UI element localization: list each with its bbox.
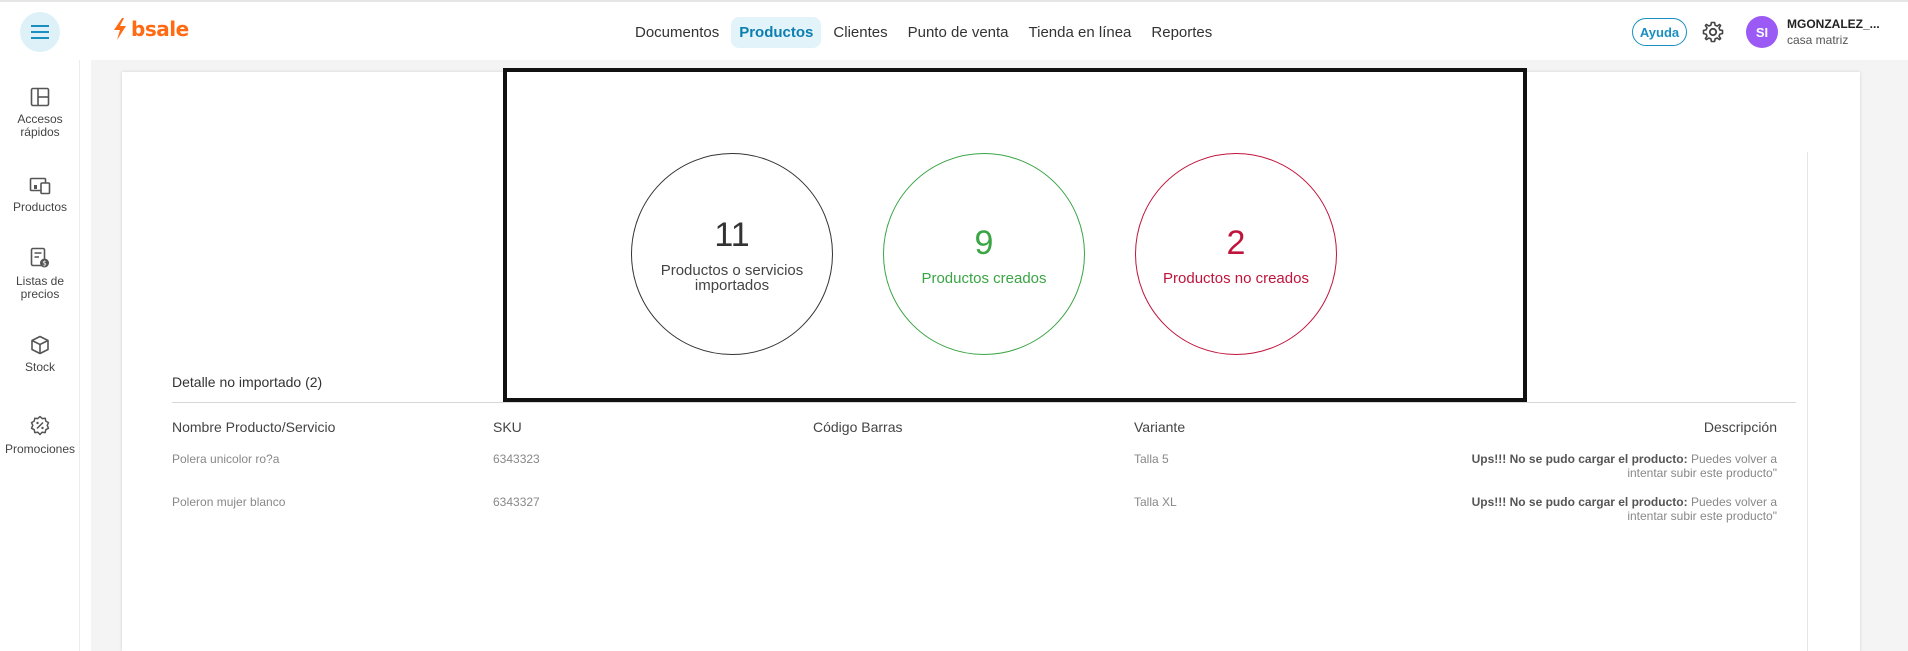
summary-created: 9 Productos creados	[883, 153, 1085, 355]
error-title: Ups!!! No se pudo cargar el producto:	[1471, 452, 1688, 466]
sidebar-item-productos[interactable]: Productos	[0, 177, 80, 214]
sidebar-label: rápidos	[20, 125, 60, 139]
gear-icon[interactable]	[1701, 20, 1725, 44]
cell-sku: 6343323	[493, 452, 540, 466]
cell-description: Ups!!! No se pudo cargar el producto: Pu…	[1437, 452, 1777, 480]
created-label: Productos creados	[921, 269, 1047, 287]
summary-total: 11 Productos o servicios importados	[631, 153, 833, 355]
nav-productos[interactable]: Productos	[731, 17, 822, 48]
nav-punto-de-venta[interactable]: Punto de venta	[900, 17, 1017, 48]
created-count: 9	[974, 223, 994, 262]
help-button[interactable]: Ayuda	[1632, 18, 1687, 46]
nav-clientes[interactable]: Clientes	[825, 17, 895, 48]
box-icon	[31, 335, 49, 355]
user-name[interactable]: MGONZALEZ_...	[1787, 17, 1880, 31]
bolt-icon	[114, 18, 126, 40]
brand-logo[interactable]: bsale	[112, 17, 189, 41]
quick-access-icon	[30, 87, 50, 107]
column-header-sku: SKU	[493, 419, 522, 435]
sidebar-item-stock[interactable]: Stock	[0, 335, 80, 374]
cell-description: Ups!!! No se pudo cargar el producto: Pu…	[1437, 495, 1777, 523]
divider	[172, 402, 1796, 403]
products-icon	[29, 177, 51, 195]
sidebar-label: Stock	[24, 360, 55, 374]
total-count: 11	[714, 216, 750, 254]
menu-icon[interactable]	[20, 12, 60, 52]
main-nav: Documentos Productos Clientes Punto de v…	[627, 17, 1220, 48]
error-title: Ups!!! No se pudo cargar el producto:	[1471, 495, 1688, 509]
brand-name: bsale	[131, 17, 189, 41]
cell-sku: 6343327	[493, 495, 540, 509]
sidebar-label: Promociones	[4, 442, 76, 456]
column-header-barcode: Código Barras	[813, 419, 903, 435]
sidebar: Accesos rápidos Productos $ Listas de pr…	[0, 60, 80, 651]
sidebar-item-listas-de-precios[interactable]: $ Listas de precios	[0, 247, 80, 301]
promotions-icon	[30, 415, 50, 436]
sidebar-label: precios	[20, 287, 60, 301]
nav-tienda-en-linea[interactable]: Tienda en línea	[1021, 17, 1140, 48]
user-branch: casa matriz	[1787, 33, 1849, 47]
sidebar-label: Productos	[12, 200, 68, 214]
cell-name: Polera unicolor ro?a	[172, 452, 280, 466]
svg-text:$: $	[42, 260, 46, 268]
sidebar-item-promociones[interactable]: Promociones	[0, 415, 80, 456]
total-label: Productos o servicios importados	[660, 262, 804, 294]
column-header-name: Nombre Producto/Servicio	[172, 419, 336, 435]
cell-name: Poleron mujer blanco	[172, 495, 286, 509]
detail-title: Detalle no importado (2)	[172, 374, 323, 390]
nav-documentos[interactable]: Documentos	[627, 17, 727, 48]
avatar[interactable]: SI	[1746, 16, 1778, 48]
summary-not-created: 2 Productos no creados	[1135, 153, 1337, 355]
price-list-icon: $	[30, 247, 49, 268]
not-created-label: Productos no creados	[1163, 269, 1309, 287]
column-header-description: Descripción	[1703, 419, 1777, 435]
not-created-count: 2	[1226, 223, 1246, 262]
sidebar-item-accesos-rapidos[interactable]: Accesos rápidos	[0, 87, 80, 139]
cell-variant: Talla XL	[1134, 495, 1177, 509]
nav-reportes[interactable]: Reportes	[1143, 17, 1220, 48]
cell-variant: Talla 5	[1134, 452, 1169, 466]
top-bar: bsale Documentos Productos Clientes Punt…	[0, 0, 1908, 60]
column-header-variant: Variante	[1134, 419, 1186, 435]
divider	[1807, 152, 1808, 651]
